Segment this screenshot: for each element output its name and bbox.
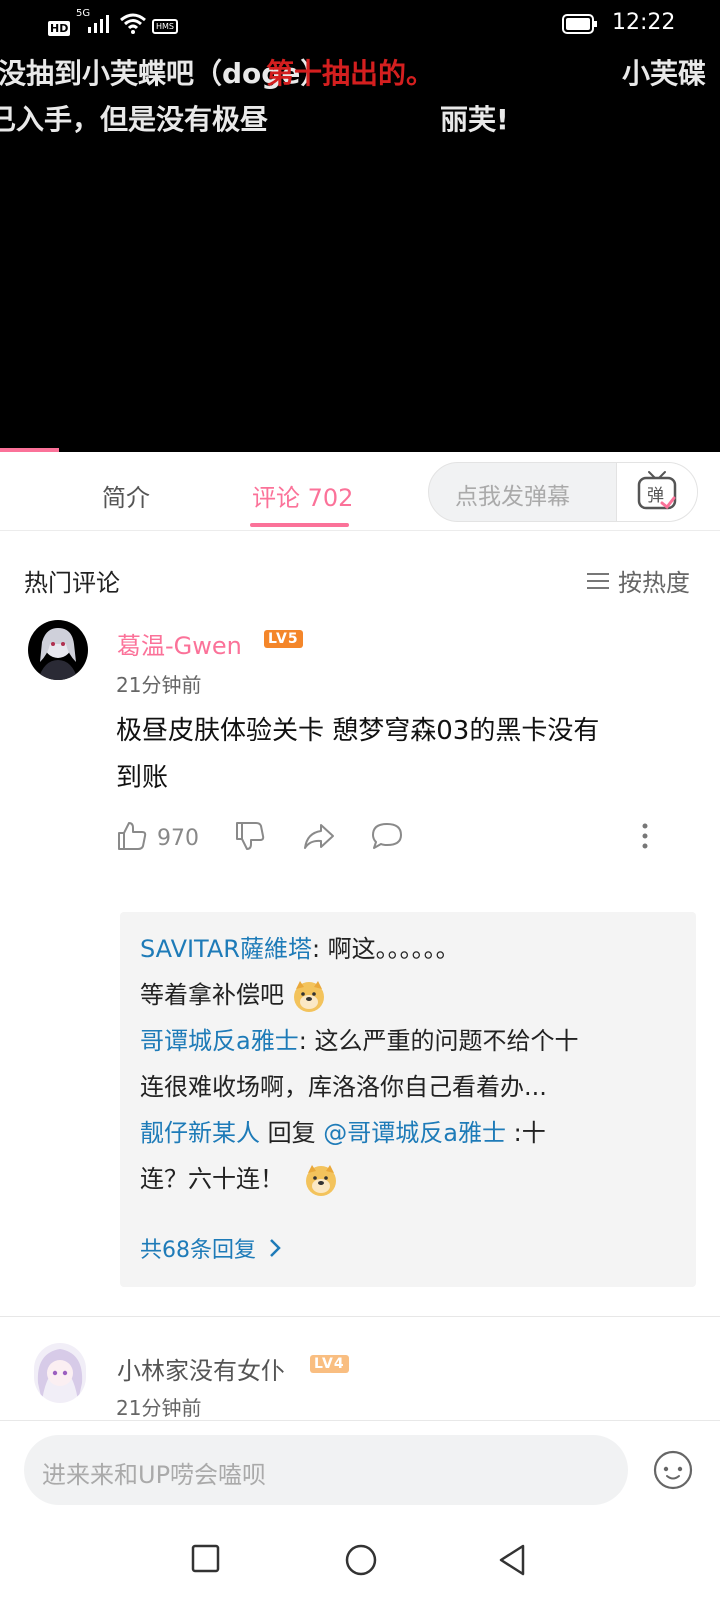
- view-more-replies-link[interactable]: 共68条回复: [140, 1232, 284, 1264]
- comment-username[interactable]: 葛温-Gwen: [117, 626, 242, 661]
- reply-username[interactable]: SAVITAR薩維塔: [140, 935, 312, 963]
- reply-item[interactable]: SAVITAR薩維塔: 啊这。。。。。。 等着拿补偿吧: [140, 926, 660, 1018]
- share-button[interactable]: [302, 820, 336, 856]
- emoji-button[interactable]: [652, 1449, 694, 1495]
- recent-apps-button[interactable]: [191, 1544, 221, 1574]
- back-button[interactable]: [497, 1543, 527, 1577]
- sort-label: 按热度: [618, 569, 690, 597]
- wifi-icon: [120, 13, 146, 34]
- divider: [0, 1420, 720, 1421]
- level-badge: LV4: [310, 1355, 349, 1373]
- danmaku-input[interactable]: 点我发弹幕 弹: [428, 462, 698, 522]
- doge-emoji-icon: [305, 1165, 336, 1196]
- more-button[interactable]: [640, 822, 650, 856]
- reply-username[interactable]: 靓仔新某人: [140, 1119, 260, 1147]
- comment-input[interactable]: 进来来和UP唠会嗑呗: [24, 1435, 628, 1505]
- danmaku-tv-icon: 弹: [637, 471, 677, 510]
- comment-input-placeholder: 进来来和UP唠会嗑呗: [42, 1461, 267, 1489]
- comment-text[interactable]: 极昼皮肤体验关卡 憩梦穹森03的黑卡没有 到账: [116, 708, 706, 802]
- home-button[interactable]: [344, 1543, 378, 1577]
- hd-icon: HD: [48, 21, 71, 36]
- dislike-button[interactable]: [234, 820, 266, 856]
- divider: [0, 530, 720, 531]
- chevron-right-icon: [270, 1239, 281, 1257]
- like-count: 970: [157, 826, 199, 851]
- divider: [0, 1316, 720, 1317]
- more-vertical-icon: [642, 823, 648, 849]
- clock: 12:22: [612, 10, 676, 35]
- share-icon: [304, 824, 334, 849]
- reply-preview-box[interactable]: SAVITAR薩維塔: 啊这。。。。。。 等着拿补偿吧 哥谭城反a雅士: 这么严…: [120, 912, 696, 1287]
- danmaku-text: 小芙碟: [622, 57, 707, 90]
- signal-icon: [88, 15, 109, 33]
- comment-username[interactable]: 小林家没有女仆: [117, 1351, 285, 1386]
- danmaku-text: 已入手，但是没有极昼: [0, 103, 269, 136]
- tab-comments[interactable]: 评论 702: [252, 478, 353, 513]
- hms-icon: HMS: [152, 14, 178, 34]
- reply-mention[interactable]: @哥谭城反a雅士: [323, 1119, 506, 1147]
- comment-time: 21分钟前: [116, 1396, 202, 1420]
- reply-item[interactable]: 哥谭城反a雅士: 这么严重的问题不给个十 连很难收场啊，库洛洛你自己看着办...: [140, 1018, 660, 1110]
- video-progress-bar[interactable]: [0, 448, 59, 452]
- comment-bubble-icon: [372, 823, 402, 849]
- comment-time: 21分钟前: [116, 673, 202, 697]
- like-button[interactable]: [116, 820, 148, 856]
- reply-item[interactable]: 靓仔新某人 回复 @哥谭城反a雅士 :十 连？六十连！: [140, 1110, 660, 1202]
- danmaku-toggle-button[interactable]: 弹: [616, 463, 697, 521]
- sort-button[interactable]: 按热度: [586, 563, 690, 598]
- tab-intro[interactable]: 简介: [102, 478, 150, 513]
- doge-emoji-icon: [293, 981, 324, 1012]
- list-icon: [587, 572, 609, 589]
- hot-comments-title: 热门评论: [24, 569, 120, 597]
- tab-underline: [250, 523, 349, 527]
- danmaku-input-placeholder: 点我发弹幕: [455, 484, 570, 510]
- reply-username[interactable]: 哥谭城反a雅士: [140, 1027, 299, 1055]
- battery-icon: [562, 14, 597, 34]
- level-badge: LV5: [264, 630, 303, 648]
- reply-button[interactable]: [370, 820, 404, 856]
- avatar[interactable]: [34, 1343, 86, 1403]
- emoji-icon: [653, 1450, 693, 1490]
- danmaku-text: 第十抽出的。: [266, 57, 435, 90]
- avatar[interactable]: [28, 620, 88, 680]
- thumbs-up-icon: [118, 822, 147, 850]
- thumbs-down-icon: [236, 822, 265, 850]
- danmaku-text: 丽芙!: [440, 103, 509, 136]
